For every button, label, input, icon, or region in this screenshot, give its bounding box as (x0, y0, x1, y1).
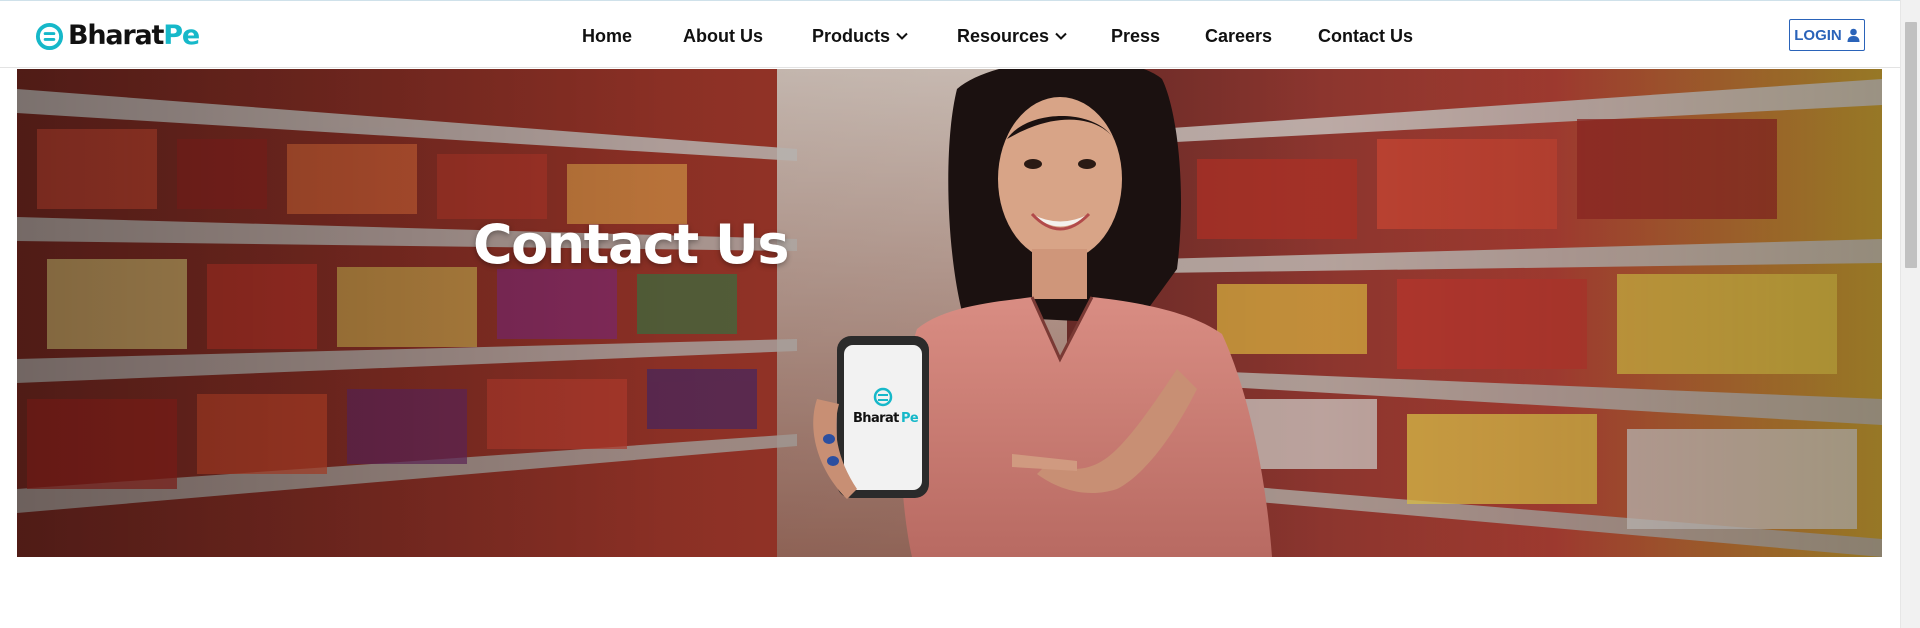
phone-brand-part2: Pe (901, 411, 919, 426)
nav-item-label: About Us (683, 25, 763, 46)
login-button[interactable]: LOGIN (1789, 19, 1865, 51)
chevron-down-icon (1055, 32, 1067, 40)
hero-banner: Bharat Pe Contact Us (17, 69, 1882, 557)
nav-item-careers[interactable]: Careers (1205, 25, 1272, 47)
nav-item-label: Press (1111, 25, 1161, 46)
nav-item-resources[interactable]: Resources (957, 25, 1067, 47)
hero-title: Contact Us (473, 213, 790, 276)
scrollbar-thumb[interactable] (1905, 22, 1917, 268)
nav-item-contact-us[interactable]: Contact Us (1318, 25, 1413, 47)
main-nav: Home About Us Products Resources Press C… (0, 1, 1900, 69)
user-icon (1847, 28, 1860, 42)
hero-image: Bharat Pe (17, 69, 1882, 557)
nav-item-label: Resources (957, 25, 1050, 46)
nav-item-label: Products (812, 25, 891, 46)
nav-item-about-us[interactable]: About Us (683, 25, 763, 47)
phone-brand-part1: Bharat (853, 411, 899, 426)
nav-item-home[interactable]: Home (582, 25, 632, 47)
page-scrollbar[interactable] (1900, 0, 1920, 628)
nav-item-label: Contact Us (1318, 25, 1414, 46)
chevron-down-icon (896, 32, 908, 40)
nav-item-press[interactable]: Press (1111, 25, 1160, 47)
nav-item-label: Home (582, 25, 633, 46)
login-label: LOGIN (1794, 26, 1842, 44)
nav-item-label: Careers (1205, 25, 1273, 46)
site-header: BharatPe Home About Us Products Resource… (0, 1, 1900, 68)
nav-item-products[interactable]: Products (812, 25, 908, 47)
